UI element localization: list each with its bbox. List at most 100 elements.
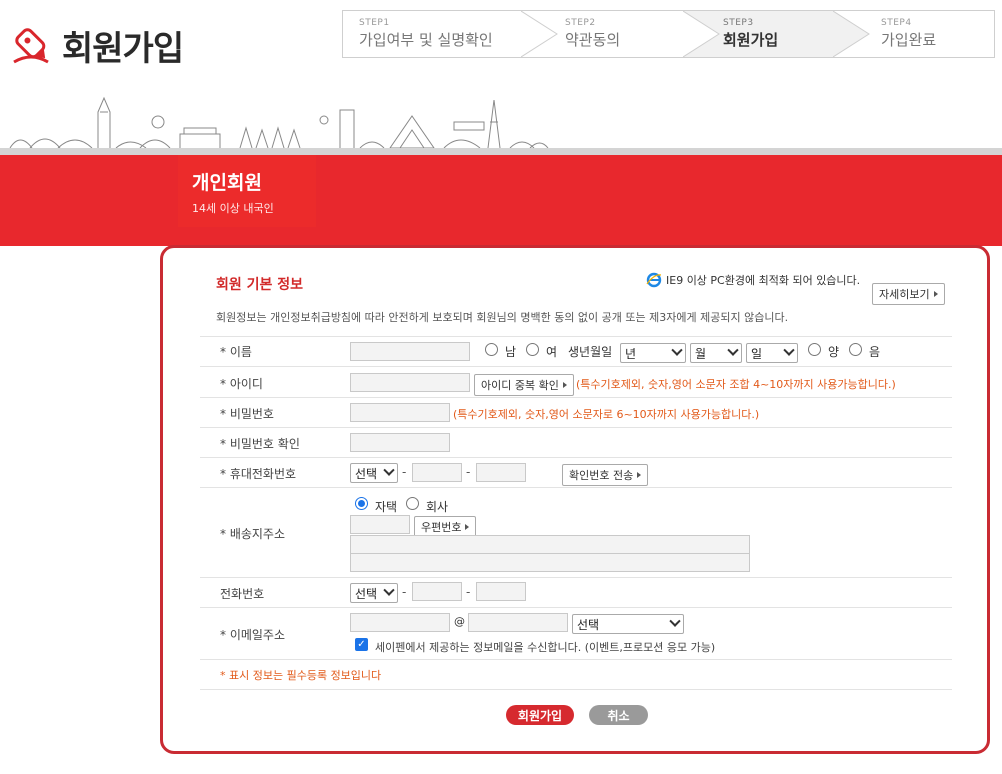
signup-submit-button[interactable]: 회원가입 bbox=[506, 705, 574, 725]
row-divider bbox=[200, 577, 952, 578]
mobile-last-input[interactable] bbox=[476, 463, 526, 482]
email-domain-select[interactable]: 선택 bbox=[572, 614, 684, 634]
member-type-subtitle: 14세 이상 내국인 bbox=[192, 202, 274, 215]
address-line1-input[interactable] bbox=[350, 535, 750, 554]
birth-year-value: 년 bbox=[625, 346, 637, 361]
step-2: STEP2 약관동의 bbox=[549, 11, 683, 57]
address-line2-input[interactable] bbox=[350, 553, 750, 572]
send-verification-label: 확인번호 전송 bbox=[569, 469, 634, 482]
address-home-radio[interactable] bbox=[355, 497, 368, 510]
birth-month-select[interactable]: 월 bbox=[690, 343, 742, 363]
user-id-input[interactable] bbox=[350, 373, 470, 392]
detail-button[interactable]: 자세히보기 bbox=[872, 283, 945, 305]
email-id-input[interactable] bbox=[350, 613, 450, 632]
password-confirm-label: * 비밀번호 확인 bbox=[220, 437, 300, 451]
row-divider bbox=[200, 689, 952, 690]
email-domain-input[interactable] bbox=[468, 613, 568, 632]
address-home-label: 자택 bbox=[375, 500, 398, 514]
user-id-hint: (특수기호제외, 숫자,영어 소문자 조합 4~10자까지 사용가능합니다.) bbox=[576, 378, 896, 391]
lunar-calendar-radio[interactable] bbox=[849, 343, 862, 356]
section-title: 회원 기본 정보 bbox=[216, 277, 304, 293]
browser-note-text: IE9 이상 PC환경에 최적화 되어 있습니다. bbox=[666, 274, 861, 287]
step-label: 가입여부 및 실명확인 bbox=[359, 31, 493, 49]
send-verification-button[interactable]: 확인번호 전송 bbox=[562, 464, 649, 486]
member-type-title: 개인회원 bbox=[192, 172, 262, 194]
step-1: STEP1 가입여부 및 실명확인 bbox=[343, 11, 521, 57]
birth-month-value: 월 bbox=[695, 346, 707, 361]
ie-logo-icon bbox=[646, 272, 662, 288]
chevron-down-icon bbox=[383, 584, 395, 596]
dash-separator: - bbox=[402, 585, 407, 599]
mobile-middle-input[interactable] bbox=[412, 463, 462, 482]
mobile-label: * 휴대전화번호 bbox=[220, 467, 297, 481]
birth-day-value: 일 bbox=[751, 346, 763, 361]
password-confirm-input[interactable] bbox=[350, 433, 450, 452]
row-divider bbox=[200, 607, 952, 608]
email-consent-checkbox[interactable]: ✓ bbox=[355, 638, 368, 651]
chevron-down-icon bbox=[383, 464, 395, 476]
zipcode-input[interactable] bbox=[350, 515, 410, 534]
address-company-radio[interactable] bbox=[406, 497, 419, 510]
row-divider bbox=[200, 659, 952, 660]
password-hint: (특수기호제외, 숫자,영어 소문자로 6~10자까지 사용가능합니다.) bbox=[453, 408, 760, 421]
zipcode-search-label: 우편번호 bbox=[421, 521, 462, 534]
gender-male-label: 남 bbox=[505, 345, 517, 359]
step-4: STEP4 가입완료 bbox=[871, 11, 991, 57]
birth-year-select[interactable]: 년 bbox=[620, 343, 686, 363]
dash-separator: - bbox=[402, 465, 407, 479]
email-consent-label: 세이펜에서 제공하는 정보메일을 수신합니다. (이벤트,프로모션 응모 가능) bbox=[375, 641, 716, 654]
solar-label: 양 bbox=[828, 345, 840, 359]
privacy-intro: 회원정보는 개인정보취급방침에 따라 안전하게 보호되며 회원님의 명백한 동의… bbox=[216, 311, 789, 324]
password-input[interactable] bbox=[350, 403, 450, 422]
gender-female-radio[interactable] bbox=[526, 343, 539, 356]
browser-note: IE9 이상 PC환경에 최적화 되어 있습니다. bbox=[646, 272, 860, 288]
row-divider bbox=[200, 427, 952, 428]
step-label: 가입완료 bbox=[881, 31, 937, 49]
phone-area-value: 선택 bbox=[355, 586, 378, 601]
step-number: STEP2 bbox=[565, 18, 596, 28]
row-divider bbox=[200, 366, 952, 367]
chevron-right-icon bbox=[833, 11, 870, 57]
row-divider bbox=[200, 336, 952, 337]
chevron-right-icon bbox=[683, 11, 720, 57]
birth-day-select[interactable]: 일 bbox=[746, 343, 798, 363]
email-label: * 이메일주소 bbox=[220, 628, 286, 642]
signup-submit-label: 회원가입 bbox=[517, 708, 563, 723]
row-divider bbox=[200, 487, 952, 488]
id-duplicate-check-button[interactable]: 아이디 중복 확인 bbox=[474, 374, 574, 396]
dash-separator: - bbox=[466, 585, 471, 599]
caret-right-icon bbox=[465, 524, 470, 530]
id-duplicate-check-label: 아이디 중복 확인 bbox=[481, 379, 559, 392]
logo: 회원가입 bbox=[8, 20, 208, 70]
step-number: STEP4 bbox=[881, 18, 912, 28]
step-label: 약관동의 bbox=[565, 31, 621, 49]
chevron-down-icon bbox=[727, 344, 739, 356]
gender-male-radio[interactable] bbox=[485, 343, 498, 356]
cancel-label: 취소 bbox=[607, 708, 630, 723]
lunar-label: 음 bbox=[869, 345, 881, 359]
phone-last-input[interactable] bbox=[476, 582, 526, 601]
phone-middle-input[interactable] bbox=[412, 582, 462, 601]
row-divider bbox=[200, 457, 952, 458]
caret-right-icon bbox=[637, 472, 642, 478]
name-label: * 이름 bbox=[220, 345, 252, 359]
mobile-carrier-value: 선택 bbox=[355, 466, 378, 481]
mobile-carrier-select[interactable]: 선택 bbox=[350, 463, 398, 483]
solar-calendar-radio[interactable] bbox=[808, 343, 821, 356]
name-input[interactable] bbox=[350, 342, 470, 361]
phone-area-select[interactable]: 선택 bbox=[350, 583, 398, 603]
step-progress: STEP1 가입여부 및 실명확인 STEP2 약관동의 STEP3 회원가입 … bbox=[342, 10, 995, 58]
detail-button-label: 자세히보기 bbox=[879, 288, 930, 301]
address-label: * 배송지주소 bbox=[220, 527, 286, 541]
step-number: STEP3 bbox=[723, 18, 754, 28]
cancel-button[interactable]: 취소 bbox=[589, 705, 648, 725]
step-label: 회원가입 bbox=[723, 31, 779, 49]
dash-separator: - bbox=[466, 465, 471, 479]
page-title: 회원가입 bbox=[62, 28, 184, 69]
required-note: * 표시 정보는 필수등록 정보입니다 bbox=[220, 669, 382, 682]
skyline-illustration bbox=[9, 96, 549, 149]
address-company-label: 회사 bbox=[426, 500, 449, 514]
birth-label: 생년월일 bbox=[568, 345, 613, 359]
pen-logo-icon bbox=[13, 28, 49, 64]
at-sign: @ bbox=[454, 615, 465, 628]
